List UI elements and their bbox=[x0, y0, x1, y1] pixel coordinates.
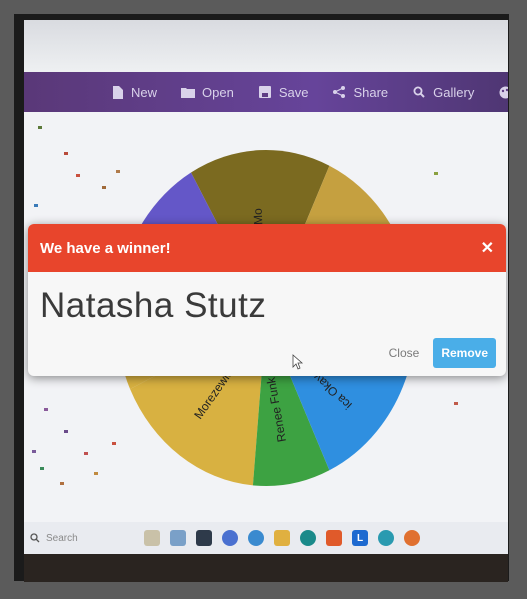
chat-icon[interactable] bbox=[222, 530, 238, 546]
remove-button[interactable]: Remove bbox=[433, 338, 496, 368]
file-icon bbox=[110, 85, 124, 99]
app-toolbar: New Open Save Share Gallery bbox=[24, 72, 508, 112]
folder-icon bbox=[181, 85, 196, 99]
toolbar-open-button[interactable]: Open bbox=[181, 85, 234, 100]
toolbar-new-label: New bbox=[131, 84, 158, 100]
dialog-header: We have a winner! ✕ bbox=[28, 224, 506, 272]
app-icon[interactable] bbox=[378, 530, 394, 546]
files-icon[interactable] bbox=[196, 530, 212, 546]
browser-top bbox=[24, 20, 508, 72]
settings-icon[interactable] bbox=[248, 530, 264, 546]
winner-name: Natasha Stutz bbox=[40, 286, 267, 325]
toolbar-share-label: Share bbox=[353, 84, 389, 100]
toolbar-save-label: Save bbox=[278, 84, 309, 100]
screen: New Open Save Share Gallery Morezewich R… bbox=[24, 20, 508, 582]
dialog-actions: Close Remove bbox=[389, 338, 496, 368]
mouse-cursor-icon bbox=[292, 354, 304, 370]
palette-icon bbox=[498, 85, 508, 99]
share-icon bbox=[332, 85, 346, 99]
toolbar-save-button[interactable]: Save bbox=[258, 84, 309, 100]
save-icon bbox=[258, 85, 272, 99]
folder-icon[interactable] bbox=[274, 530, 290, 546]
search-icon bbox=[30, 533, 40, 543]
toolbar-share-button[interactable]: Share bbox=[332, 85, 388, 100]
edge-icon[interactable] bbox=[300, 530, 316, 546]
widgets-icon[interactable] bbox=[170, 530, 186, 546]
close-button[interactable]: Close bbox=[389, 346, 420, 360]
toolbar-open-label: Open bbox=[202, 84, 234, 100]
close-icon[interactable]: ✕ bbox=[481, 238, 494, 258]
toolbar-theme-button[interactable] bbox=[498, 85, 508, 99]
toolbar-new-button[interactable]: New bbox=[110, 85, 157, 100]
l-app-icon[interactable]: L bbox=[352, 530, 368, 546]
winner-dialog: We have a winner! ✕ Natasha Stutz Close … bbox=[28, 224, 506, 376]
store-icon[interactable] bbox=[326, 530, 342, 546]
taskbar-apps: L bbox=[144, 530, 420, 546]
weather-icon[interactable] bbox=[144, 530, 160, 546]
taskbar: Search L bbox=[24, 522, 508, 554]
search-placeholder: Search bbox=[46, 532, 78, 544]
firefox-icon[interactable] bbox=[404, 530, 420, 546]
search-icon bbox=[412, 85, 426, 99]
toolbar-gallery-button[interactable]: Gallery bbox=[412, 85, 474, 100]
monitor-bezel bbox=[24, 554, 508, 582]
dialog-title: We have a winner! bbox=[40, 239, 171, 257]
toolbar-gallery-label: Gallery bbox=[433, 84, 475, 100]
taskbar-search[interactable]: Search bbox=[30, 533, 140, 544]
